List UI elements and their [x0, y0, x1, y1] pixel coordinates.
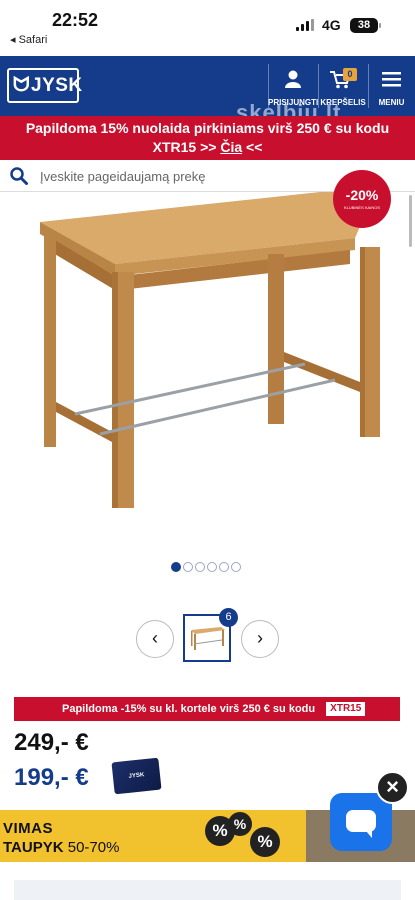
pagination-dot[interactable] [207, 562, 217, 572]
banner-line1: VIMAS [3, 820, 54, 837]
product-image[interactable] [0, 192, 415, 552]
bird-icon: ᗢ [13, 74, 31, 96]
close-icon[interactable]: × [376, 771, 409, 804]
menu-button[interactable]: MENIU [368, 56, 415, 116]
promo-link[interactable]: Čia [220, 139, 242, 155]
percent-icon: % [250, 827, 280, 857]
hamburger-icon [382, 72, 401, 87]
jysk-logo[interactable]: ᗢ JYSK [7, 68, 82, 103]
thumbnail-count-badge: 6 [219, 608, 238, 627]
prev-image-button[interactable]: ‹ [136, 620, 174, 658]
regular-price: 249,- € [14, 729, 89, 756]
login-button[interactable]: PRISIJUNGTI [268, 56, 318, 116]
banner-line2: TAUPYK 50-70% [3, 839, 119, 856]
back-to-safari-link[interactable]: ◂ Safari [10, 33, 47, 46]
club-price: 199,- € [14, 764, 89, 791]
status-bar: 22:52 ◂ Safari 4G 38 [0, 0, 415, 56]
logo-text: JYSK [31, 75, 83, 96]
extra-discount-text: Papildoma -15% su kl. kortele virš 250 €… [62, 703, 316, 715]
menu-label: MENIU [378, 98, 405, 107]
promo-text: Papildoma 15% nuolaida pirkiniams virš 2… [25, 120, 390, 136]
search-icon[interactable] [10, 167, 28, 185]
chat-button[interactable] [330, 793, 392, 851]
sale-badge: -20% KLUBINĖS KAINOS [333, 170, 391, 228]
next-image-button[interactable]: › [241, 620, 279, 658]
network-type: 4G [322, 17, 341, 33]
sale-percent: -20% [345, 187, 379, 203]
pagination-dot[interactable] [219, 562, 229, 572]
battery-icon: 38 [350, 18, 381, 33]
pagination-dot[interactable] [183, 562, 193, 572]
signal-icon [296, 19, 316, 31]
promo-code: XTR15 [152, 139, 197, 155]
promo-arrows-right: << [246, 139, 263, 155]
cart-button[interactable]: 0 KREPŠELIS [318, 56, 368, 116]
banner-save-word: TAUPYK [3, 839, 64, 856]
login-label: PRISIJUNGTI [268, 98, 319, 107]
chevron-left-icon: ‹ [152, 628, 158, 648]
pagination-dot[interactable] [231, 562, 241, 572]
extra-discount-code: XTR15 [326, 702, 366, 716]
pagination-dot[interactable] [195, 562, 205, 572]
extra-discount-bar: Papildoma -15% su kl. kortele virš 250 €… [14, 697, 400, 721]
percent-icon: % [228, 812, 252, 836]
chevron-right-icon: › [257, 628, 263, 648]
sale-badge-subtitle: KLUBINĖS KAINOS [343, 205, 380, 210]
site-header: ᗢ JYSK skelbiu.lt PRISIJUNGTI 0 KREPŠELI… [0, 56, 415, 125]
promo-banner[interactable]: Papildoma 15% nuolaida pirkiniams virš 2… [0, 116, 415, 160]
cart-label: KREPŠELIS [320, 98, 366, 107]
pagination-dot[interactable] [171, 562, 181, 572]
next-section [14, 880, 401, 900]
club-card-icon: JYSK [111, 757, 162, 795]
chat-icon [346, 810, 376, 838]
clock: 22:52 [52, 10, 99, 30]
cart-count-badge: 0 [343, 68, 357, 81]
banner-range: 50-70% [67, 839, 120, 856]
page-scrollbar[interactable] [409, 195, 412, 247]
promo-arrows-left: >> [200, 139, 217, 155]
user-icon [285, 70, 301, 88]
